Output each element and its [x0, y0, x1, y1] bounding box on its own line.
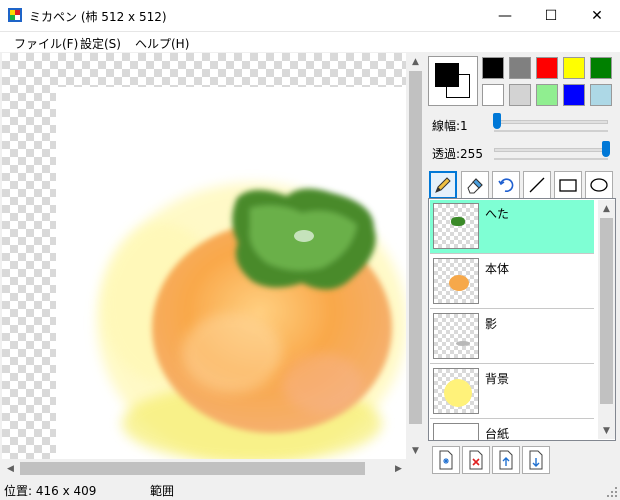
menu-settings[interactable]: 設定(S): [80, 35, 121, 52]
layer-list[interactable]: へた 本体 影 背景 台紙 ▲ ▼: [428, 198, 616, 441]
layer-thumbnail: [433, 313, 479, 359]
ellipse-icon: [590, 178, 608, 192]
layer-name: へた: [485, 207, 510, 221]
line-width-slider-scale: [494, 130, 608, 132]
minimize-icon: —: [498, 7, 512, 24]
line-width-slider-track[interactable]: [494, 120, 608, 124]
layer-name: 台紙: [485, 427, 510, 441]
layer-scroll-down-icon[interactable]: ▼: [598, 422, 615, 439]
cursor-position: 位置: 416 x 409: [4, 484, 97, 498]
line-tool-button[interactable]: [523, 171, 551, 199]
lasso-tool-button[interactable]: [492, 171, 520, 199]
vertical-scroll-thumb[interactable]: [409, 71, 422, 424]
opacity-slider-scale: [494, 158, 608, 160]
palette-swatch[interactable]: [482, 57, 504, 79]
rectangle-tool-button[interactable]: [554, 171, 582, 199]
layer-item-hontai[interactable]: 本体: [430, 255, 594, 309]
horizontal-scroll-thumb[interactable]: [20, 462, 365, 475]
delete-layer-button[interactable]: [462, 446, 490, 474]
scroll-right-icon[interactable]: ▶: [390, 460, 407, 477]
opacity-slider-thumb[interactable]: [602, 141, 610, 157]
new-layer-button[interactable]: [432, 446, 460, 474]
palette-swatch[interactable]: [536, 57, 558, 79]
ellipse-tool-button[interactable]: [585, 171, 613, 199]
pencil-icon: [435, 177, 451, 193]
opacity-slider-track[interactable]: [494, 148, 608, 152]
shadow-thumbnail-mark: [456, 341, 470, 346]
background-thumbnail-mark: [444, 379, 472, 407]
palette-swatch[interactable]: [563, 84, 585, 106]
move-down-icon: [529, 450, 543, 470]
layer-item-kage[interactable]: 影: [430, 310, 594, 364]
layer-item-haikei[interactable]: 背景: [430, 365, 594, 419]
close-button[interactable]: ✕: [574, 0, 620, 31]
layer-thumbnail: [433, 258, 479, 304]
calyx-thumbnail-mark: [451, 217, 465, 226]
eraser-tool-button[interactable]: [461, 171, 489, 199]
selection-range: 範囲: [150, 484, 175, 498]
layer-item-heta[interactable]: へた: [430, 200, 594, 254]
line-icon: [529, 177, 545, 193]
move-up-icon: [499, 450, 513, 470]
line-width-label: 線幅:1: [432, 119, 468, 133]
palette-swatch[interactable]: [482, 84, 504, 106]
eraser-icon: [467, 178, 483, 194]
close-icon: ✕: [591, 7, 603, 24]
lasso-icon: [498, 178, 514, 192]
menu-help[interactable]: ヘルプ(H): [135, 35, 189, 52]
persimmon-artwork: [56, 87, 406, 459]
layer-list-scrollbar[interactable]: ▲ ▼: [598, 200, 615, 439]
maximize-icon: ☐: [544, 7, 558, 24]
layer-scroll-thumb[interactable]: [600, 218, 613, 404]
foreground-color-swatch[interactable]: [435, 63, 459, 87]
layer-name: 背景: [485, 372, 510, 386]
body-thumbnail-mark: [449, 275, 469, 291]
layer-thumbnail: [433, 423, 479, 440]
palette-swatch[interactable]: [509, 57, 531, 79]
rectangle-icon: [559, 179, 577, 192]
layer-scroll-up-icon[interactable]: ▲: [598, 200, 615, 217]
palette-swatch[interactable]: [509, 84, 531, 106]
menu-bar: ファイル(F) 設定(S) ヘルプ(H): [0, 32, 620, 52]
minimize-button[interactable]: —: [482, 0, 528, 31]
title-bar: ミカペン (柿 512 x 512) — ☐ ✕: [0, 0, 620, 32]
scroll-down-icon[interactable]: ▼: [407, 442, 424, 459]
palette-swatch[interactable]: [590, 84, 612, 106]
pencil-tool-button[interactable]: [429, 171, 457, 199]
horizontal-scrollbar[interactable]: ◀ ▶: [2, 460, 407, 477]
move-layer-up-button[interactable]: [492, 446, 520, 474]
move-layer-down-button[interactable]: [522, 446, 550, 474]
app-icon: [8, 8, 22, 22]
drawing-canvas[interactable]: [2, 53, 406, 459]
delete-layer-icon: [469, 450, 483, 470]
layer-thumbnail: [433, 368, 479, 414]
scroll-up-icon[interactable]: ▲: [407, 53, 424, 70]
layer-name: 本体: [485, 262, 510, 276]
menu-file[interactable]: ファイル(F): [14, 35, 78, 52]
palette-swatch[interactable]: [536, 84, 558, 106]
palette-swatch[interactable]: [590, 57, 612, 79]
current-color-box[interactable]: [428, 56, 478, 106]
layer-name: 影: [485, 317, 498, 331]
window-title: ミカペン (柿 512 x 512): [29, 10, 167, 24]
vertical-scrollbar[interactable]: ▲ ▼: [407, 53, 424, 459]
layer-item-daishi[interactable]: 台紙: [430, 420, 594, 441]
scroll-left-icon[interactable]: ◀: [2, 460, 19, 477]
new-layer-icon: [439, 450, 453, 470]
maximize-button[interactable]: ☐: [528, 0, 574, 31]
status-bar: 位置: 416 x 409 範囲: [0, 478, 620, 500]
layer-thumbnail: [433, 203, 479, 249]
opacity-label: 透過:255: [432, 147, 483, 161]
resize-grip-icon[interactable]: [606, 486, 618, 498]
palette-swatch[interactable]: [563, 57, 585, 79]
line-width-slider-thumb[interactable]: [493, 113, 502, 129]
